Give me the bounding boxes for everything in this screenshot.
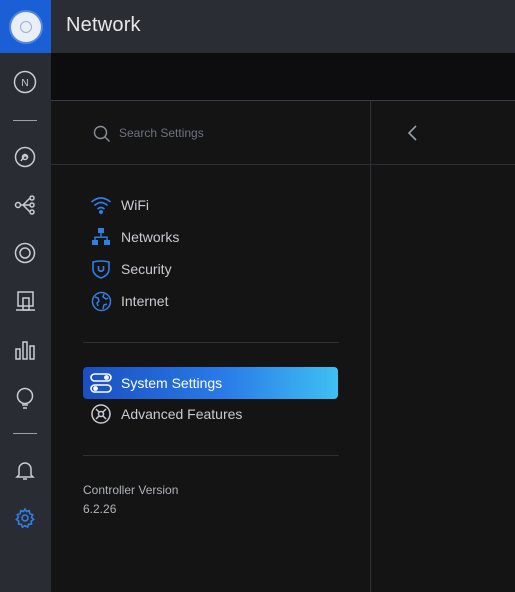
wifi-icon	[90, 194, 112, 216]
search-icon	[93, 125, 110, 142]
settings-detail-pane	[371, 101, 515, 592]
settings-item-label: Security	[121, 261, 172, 277]
topology-icon[interactable]	[13, 193, 37, 217]
settings-item-networks[interactable]: Networks	[83, 224, 338, 250]
back-chevron-icon[interactable]	[405, 123, 421, 143]
sub-header-bar	[51, 53, 515, 101]
rail-separator	[13, 433, 37, 434]
insights-icon[interactable]	[13, 338, 37, 362]
settings-nav-panel: Search Settings WiFi Networks Security I…	[51, 101, 371, 592]
rail-separator	[13, 120, 37, 121]
settings-item-label: Networks	[121, 229, 180, 245]
search-input[interactable]: Search Settings	[119, 126, 204, 140]
app-header: Network	[51, 0, 515, 53]
dashboard-glyph: N	[21, 78, 28, 89]
app-window: N Network Search Settings WiFi Networks …	[0, 0, 515, 592]
settings-item-label: WiFi	[121, 197, 149, 213]
settings-item-internet[interactable]: Internet	[83, 288, 338, 314]
settings-item-system-settings[interactable]: System Settings	[83, 367, 338, 399]
settings-search[interactable]: Search Settings	[51, 101, 371, 165]
controller-version-value: 6.2.26	[83, 502, 117, 516]
events-icon[interactable]	[13, 386, 37, 410]
detail-header	[371, 101, 515, 165]
settings-item-security[interactable]: Security	[83, 256, 338, 282]
settings-item-wifi[interactable]: WiFi	[83, 192, 338, 218]
page-title: Network	[66, 14, 141, 36]
networks-icon	[90, 226, 112, 248]
devices-icon[interactable]	[13, 241, 37, 265]
settings-icon[interactable]	[13, 506, 37, 530]
alerts-icon[interactable]	[13, 458, 37, 482]
security-icon	[90, 258, 112, 280]
advanced-features-icon	[90, 403, 112, 425]
logo-icon	[10, 11, 41, 42]
settings-item-label: Internet	[121, 293, 169, 309]
system-settings-icon	[90, 372, 112, 394]
unifi-logo[interactable]	[0, 0, 51, 53]
group-divider	[83, 342, 339, 343]
settings-item-advanced-features[interactable]: Advanced Features	[83, 401, 338, 427]
left-nav-rail: N	[0, 0, 51, 592]
statistics-icon[interactable]	[13, 145, 37, 169]
internet-icon	[90, 290, 112, 312]
clients-icon[interactable]	[13, 289, 37, 313]
group-divider	[83, 455, 339, 456]
settings-item-label: Advanced Features	[121, 406, 243, 422]
controller-version-label: Controller Version	[83, 483, 179, 497]
dashboard-icon[interactable]: N	[13, 70, 37, 94]
settings-item-label: System Settings	[121, 375, 223, 391]
